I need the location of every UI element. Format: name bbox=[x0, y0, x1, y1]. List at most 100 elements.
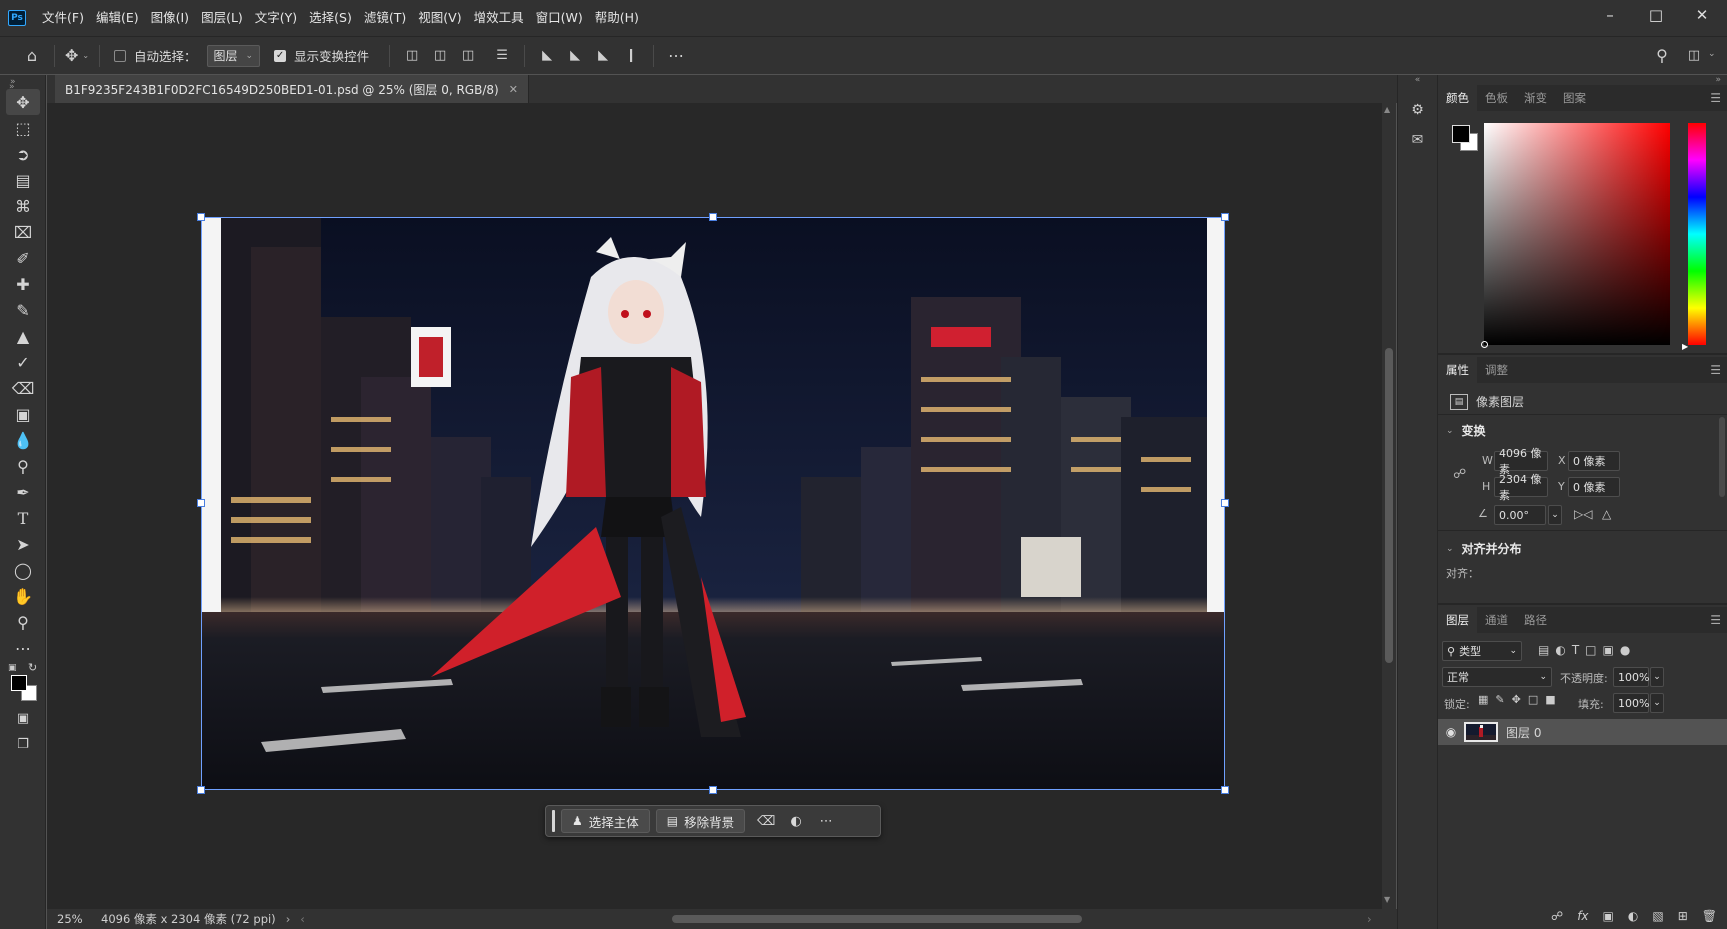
close-icon[interactable]: ✕ bbox=[1679, 0, 1725, 30]
tab-layers[interactable]: 图层 bbox=[1438, 607, 1477, 633]
lock-all-icon[interactable]: ■ bbox=[1545, 693, 1555, 706]
collapse-toolbar-icon[interactable]: » bbox=[0, 75, 45, 89]
hue-slider[interactable]: ▶ bbox=[1682, 123, 1706, 351]
eraser-tool-icon[interactable]: ⌫ bbox=[6, 375, 40, 401]
horizontal-scroll-thumb[interactable] bbox=[672, 915, 1082, 923]
blur-tool-icon[interactable]: 💧 bbox=[6, 427, 40, 453]
flip-horizontal-icon[interactable]: ▷◁ bbox=[1574, 507, 1592, 521]
expand-icon[interactable]: » bbox=[9, 82, 15, 92]
angle-field[interactable]: 0.00° bbox=[1494, 505, 1546, 525]
transform-section-header[interactable]: ⌄ 变换 bbox=[1446, 422, 1486, 439]
properties-scroll-thumb[interactable] bbox=[1719, 417, 1725, 497]
new-group-icon[interactable]: ▧ bbox=[1652, 909, 1663, 923]
zoom-tool-icon[interactable]: ⚲ bbox=[6, 609, 40, 635]
zoom-level[interactable]: 25% bbox=[57, 912, 91, 926]
link-layers-icon[interactable]: ☍ bbox=[1551, 909, 1563, 923]
more-tools-icon[interactable]: ⋯ bbox=[6, 635, 40, 661]
blend-mode-dropdown[interactable]: 正常 ⌄ bbox=[1442, 667, 1552, 687]
layer-filter-dropdown[interactable]: ⚲ 类型 ⌄ bbox=[1442, 641, 1522, 661]
brush-tool-icon[interactable]: ✎ bbox=[6, 297, 40, 323]
flip-vertical-icon[interactable]: △ bbox=[1602, 507, 1611, 521]
drag-handle[interactable] bbox=[552, 810, 555, 832]
document-info[interactable]: 4096 像素 x 2304 像素 (72 ppi) bbox=[101, 911, 276, 927]
opacity-field[interactable]: 100% bbox=[1613, 667, 1649, 687]
color-picker-cursor[interactable] bbox=[1481, 341, 1488, 348]
height-field[interactable]: 2304 像素 bbox=[1494, 473, 1548, 502]
add-mask-icon[interactable]: ▣ bbox=[1603, 909, 1614, 923]
menu-help[interactable]: 帮助(H) bbox=[589, 0, 645, 36]
canvas-image[interactable] bbox=[201, 217, 1225, 790]
panel-menu-icon[interactable]: ☰ bbox=[1710, 91, 1721, 105]
transform-handle-bottom[interactable] bbox=[709, 786, 717, 794]
show-transform-checkbox[interactable]: ✓ bbox=[274, 49, 287, 62]
document-tab[interactable]: B1F9235F243B1F0D2FC16549D250BED1-01.psd … bbox=[55, 75, 529, 103]
chevron-right-icon[interactable]: › bbox=[286, 912, 291, 926]
align-section-header[interactable]: ⌄ 对齐并分布 bbox=[1446, 540, 1522, 557]
move-tool-icon[interactable]: ✥ bbox=[6, 89, 40, 115]
opacity-chevron-icon[interactable]: ⌄ bbox=[1650, 667, 1664, 687]
menu-select[interactable]: 选择(S) bbox=[303, 0, 358, 36]
scroll-right-icon[interactable]: › bbox=[1367, 912, 1372, 926]
menu-view[interactable]: 视图(V) bbox=[412, 0, 467, 36]
align-vcenter-icon[interactable]: ◣ bbox=[561, 42, 589, 70]
menu-window[interactable]: 窗口(W) bbox=[530, 0, 589, 36]
fill-chevron-icon[interactable]: ⌄ bbox=[1650, 693, 1664, 713]
link-icon[interactable]: ☍ bbox=[1453, 467, 1466, 482]
menu-type[interactable]: 文字(Y) bbox=[249, 0, 303, 36]
vertical-scroll-thumb[interactable] bbox=[1385, 348, 1393, 663]
transform-handle-right[interactable] bbox=[1221, 499, 1229, 507]
align-top-icon[interactable]: ◣ bbox=[533, 42, 561, 70]
foreground-color-swatch[interactable] bbox=[1452, 125, 1470, 143]
filter-type-icon[interactable]: T bbox=[1572, 643, 1579, 657]
transform-handle-top[interactable] bbox=[709, 213, 717, 221]
foreground-color-swatch[interactable] bbox=[11, 675, 27, 691]
new-layer-icon[interactable]: ⊞ bbox=[1678, 909, 1688, 923]
align-left-icon[interactable]: ◫ bbox=[398, 42, 426, 70]
filter-pixel-icon[interactable]: ▤ bbox=[1538, 643, 1549, 657]
transform-handle-top-right[interactable] bbox=[1221, 213, 1229, 221]
filter-toggle-icon[interactable]: ● bbox=[1620, 643, 1630, 657]
menu-plugins[interactable]: 增效工具 bbox=[468, 0, 530, 36]
object-select-tool-icon[interactable]: ▤ bbox=[6, 167, 40, 193]
filter-smart-object-icon[interactable]: ▣ bbox=[1603, 643, 1614, 657]
lasso-tool-icon[interactable]: ➲ bbox=[6, 141, 40, 167]
align-right-icon[interactable]: ◫ bbox=[454, 42, 482, 70]
gradient-tool-icon[interactable]: ▣ bbox=[6, 401, 40, 427]
move-tool-preset-icon[interactable]: ✥ ⌄ bbox=[63, 42, 91, 70]
saturation-brightness-field[interactable] bbox=[1481, 123, 1670, 348]
tab-patterns[interactable]: 图案 bbox=[1555, 85, 1594, 111]
width-field[interactable]: 4096 像素 bbox=[1494, 447, 1548, 476]
maximize-icon[interactable]: □ bbox=[1633, 0, 1679, 30]
clone-stamp-tool-icon[interactable]: ▲ bbox=[6, 323, 40, 349]
screen-mode-icon[interactable]: ❐ bbox=[6, 731, 40, 757]
auto-select-checkbox[interactable] bbox=[114, 49, 126, 62]
tab-swatches[interactable]: 色板 bbox=[1477, 85, 1516, 111]
default-colors-icon[interactable]: ▣ bbox=[8, 663, 17, 673]
home-icon[interactable]: ⌂ bbox=[18, 42, 46, 70]
comments-panel-icon[interactable]: ✉ bbox=[1403, 127, 1433, 153]
y-field[interactable]: 0 像素 bbox=[1568, 477, 1620, 497]
tab-adjustments[interactable]: 调整 bbox=[1477, 357, 1516, 383]
lock-paint-icon[interactable]: ✎ bbox=[1495, 693, 1504, 706]
transform-handle-bottom-right[interactable] bbox=[1221, 786, 1229, 794]
align-bottom-icon[interactable]: ◣ bbox=[589, 42, 617, 70]
select-subject-button[interactable]: ♟ 选择主体 bbox=[561, 809, 650, 833]
eyedropper-tool-icon[interactable]: ✐ bbox=[6, 245, 40, 271]
layer-name[interactable]: 图层 0 bbox=[1506, 724, 1541, 741]
search-icon[interactable]: ⚲ bbox=[1648, 41, 1676, 69]
menu-layer[interactable]: 图层(L) bbox=[195, 0, 249, 36]
tab-gradients[interactable]: 渐变 bbox=[1516, 85, 1555, 111]
menu-file[interactable]: 文件(F) bbox=[36, 0, 90, 36]
delete-layer-icon[interactable]: 🗑 bbox=[1702, 909, 1717, 923]
adjustment-icon[interactable]: ◐ bbox=[781, 809, 811, 833]
hue-slider-marker-icon[interactable]: ▶ bbox=[1682, 342, 1688, 351]
distribute-icon[interactable]: ☰ bbox=[488, 42, 516, 70]
new-adjustment-layer-icon[interactable]: ◐ bbox=[1628, 909, 1638, 923]
transform-handle-left[interactable] bbox=[197, 499, 205, 507]
frame-tool-icon[interactable]: ⌧ bbox=[6, 219, 40, 245]
distribute-vertical-icon[interactable]: ❙ bbox=[617, 42, 645, 70]
workspace-icon[interactable]: ◫ bbox=[1680, 41, 1708, 69]
filter-shape-icon[interactable]: □ bbox=[1585, 643, 1596, 657]
expand-panels-icon[interactable]: » bbox=[1715, 75, 1721, 85]
align-hcenter-icon[interactable]: ◫ bbox=[426, 42, 454, 70]
